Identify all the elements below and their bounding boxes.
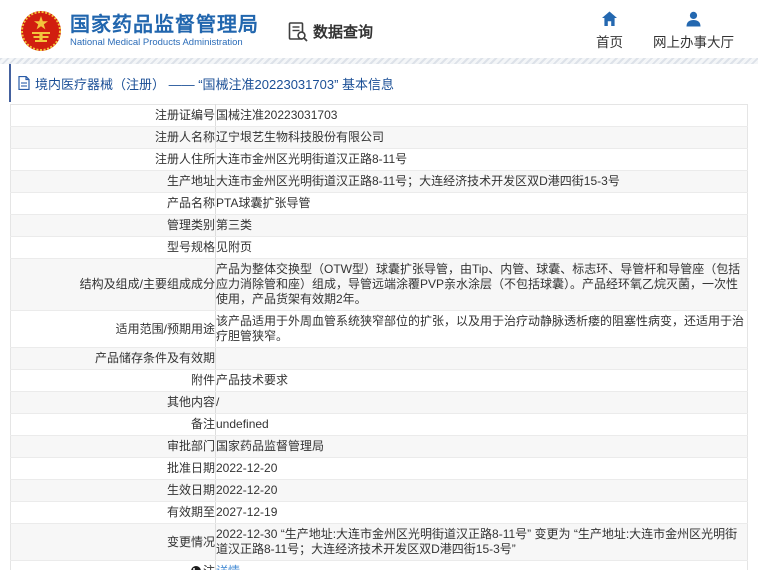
table-row: 产品储存条件及有效期 [11, 348, 748, 370]
field-value: 国械注准20223031703 [216, 105, 748, 127]
field-value: 该产品适用于外周血管系统狭窄部位的扩张，以及用于治疗动静脉透析瘘的阻塞性病变，还… [216, 311, 748, 348]
site-logo[interactable]: 国家药品监督管理局 National Medical Products Admi… [20, 8, 259, 54]
field-value: 2027-12-19 [216, 502, 748, 524]
table-row: 注册证编号国械注准20223031703 [11, 105, 748, 127]
field-label: 审批部门 [11, 436, 216, 458]
table-row: 有效期至2027-12-19 [11, 502, 748, 524]
details-link[interactable]: 详情 [216, 564, 240, 570]
field-label: 产品储存条件及有效期 [11, 348, 216, 370]
field-label: 生效日期 [11, 480, 216, 502]
table-row: 变更情况2022-12-30 “生产地址:大连市金州区光明街道汉正路8-11号”… [11, 524, 748, 561]
table-row: 注册人名称辽宁垠艺生物科技股份有限公司 [11, 127, 748, 149]
field-value: 大连市金州区光明街道汉正路8-11号；大连经济技术开发区双D港四街15-3号 [216, 171, 748, 193]
table-row: 生产地址大连市金州区光明街道汉正路8-11号；大连经济技术开发区双D港四街15-… [11, 171, 748, 193]
field-label: 产品名称 [11, 193, 216, 215]
data-query-button[interactable]: 数据查询 [287, 21, 373, 42]
table-row: 管理类别第三类 [11, 215, 748, 237]
field-value: 产品技术要求 [216, 370, 748, 392]
field-value: 国家药品监督管理局 [216, 436, 748, 458]
field-label: 注 [11, 561, 216, 570]
field-value: 第三类 [216, 215, 748, 237]
table-row: 审批部门国家药品监督管理局 [11, 436, 748, 458]
data-query-label: 数据查询 [313, 21, 373, 42]
table-row: 备注undefined [11, 414, 748, 436]
field-label: 其他内容 [11, 392, 216, 414]
field-label: 适用范围/预期用途 [11, 311, 216, 348]
field-value: 见附页 [216, 237, 748, 259]
field-value: / [216, 392, 748, 414]
table-row: 产品名称PTA球囊扩张导管 [11, 193, 748, 215]
field-value [216, 348, 748, 370]
field-value: PTA球囊扩张导管 [216, 193, 748, 215]
person-icon [685, 11, 702, 27]
table-row: 型号规格见附页 [11, 237, 748, 259]
field-label: 管理类别 [11, 215, 216, 237]
field-label: 批准日期 [11, 458, 216, 480]
site-title: 国家药品监督管理局 [70, 13, 259, 37]
nav-service-hall-label: 网上办事大厅 [653, 31, 734, 51]
info-table-body: 注册证编号国械注准20223031703注册人名称辽宁垠艺生物科技股份有限公司注… [11, 105, 748, 570]
field-label: 注册证编号 [11, 105, 216, 127]
site-header: 国家药品监督管理局 National Medical Products Admi… [0, 0, 758, 58]
field-label: 生产地址 [11, 171, 216, 193]
field-value: 大连市金州区光明街道汉正路8-11号 [216, 149, 748, 171]
site-subtitle: National Medical Products Administration [70, 37, 259, 49]
field-value: 详情 [216, 561, 748, 570]
field-label: 结构及组成/主要组成成分 [11, 259, 216, 311]
document-search-icon [287, 21, 308, 42]
nav-item-home[interactable]: 首页 [596, 11, 623, 51]
table-row: 结构及组成/主要组成成分产品为整体交换型（OTW型）球囊扩张导管，由Tip、内管… [11, 259, 748, 311]
field-label: 附件 [11, 370, 216, 392]
field-value: 2022-12-20 [216, 480, 748, 502]
table-row: 适用范围/预期用途该产品适用于外周血管系统狭窄部位的扩张，以及用于治疗动静脉透析… [11, 311, 748, 348]
nav-home-label: 首页 [596, 31, 623, 51]
table-row: 注册人住所大连市金州区光明街道汉正路8-11号 [11, 149, 748, 171]
breadcrumb: 境内医疗器械（注册） —— “国械注准20223031703” 基本信息 [9, 64, 758, 102]
breadcrumb-text: 境内医疗器械（注册） —— “国械注准20223031703” 基本信息 [35, 74, 394, 93]
field-value: 2022-12-20 [216, 458, 748, 480]
field-label: 型号规格 [11, 237, 216, 259]
table-row: 生效日期2022-12-20 [11, 480, 748, 502]
header-nav: 首页 网上办事大厅 [596, 11, 734, 51]
home-icon [601, 11, 618, 27]
registration-info-table: 注册证编号国械注准20223031703注册人名称辽宁垠艺生物科技股份有限公司注… [10, 104, 748, 570]
field-value: 产品为整体交换型（OTW型）球囊扩张导管，由Tip、内管、球囊、标志环、导管杆和… [216, 259, 748, 311]
note-dot-icon [191, 566, 201, 570]
table-row: 批准日期2022-12-20 [11, 458, 748, 480]
field-value: 2022-12-30 “生产地址:大连市金州区光明街道汉正路8-11号” 变更为… [216, 524, 748, 561]
table-row: 注详情 [11, 561, 748, 570]
field-label: 有效期至 [11, 502, 216, 524]
field-label: 变更情况 [11, 524, 216, 561]
national-emblem-icon [20, 8, 62, 54]
nav-item-service-hall[interactable]: 网上办事大厅 [653, 11, 734, 51]
field-value: undefined [216, 414, 748, 436]
field-value: 辽宁垠艺生物科技股份有限公司 [216, 127, 748, 149]
table-row: 其他内容/ [11, 392, 748, 414]
field-label: 注册人住所 [11, 149, 216, 171]
field-label: 备注 [11, 414, 216, 436]
table-row: 附件产品技术要求 [11, 370, 748, 392]
document-icon [18, 76, 30, 90]
field-label: 注册人名称 [11, 127, 216, 149]
